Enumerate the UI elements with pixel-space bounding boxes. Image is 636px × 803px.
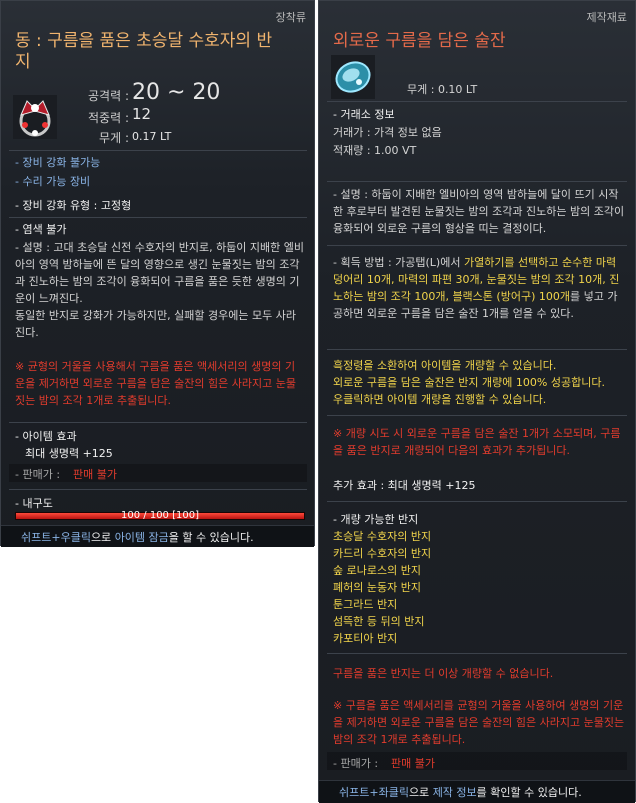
item-description-2: 동일한 반지로 강화가 가능하지만, 실패할 경우에는 모두 사라진다. xyxy=(15,309,296,339)
ring-list-item: 섬뜩한 등 뒤의 반지 xyxy=(333,615,425,628)
attack-label: 공격력 : xyxy=(88,89,129,103)
item-category: 장착류 xyxy=(275,11,306,24)
no-upgrade-notice: 구름을 품은 반지는 더 이상 개량할 수 없습니다. xyxy=(333,667,554,680)
hint-lock-link[interactable]: 아이템 잠금 xyxy=(115,531,169,544)
item-description: - 설명 : 하둡이 지배한 엘비아의 영역 밤하늘에 달이 뜨기 시작한 후로… xyxy=(333,188,625,235)
accuracy-label: 적중력 : xyxy=(88,111,129,125)
weight-label: 무게 : xyxy=(99,131,129,145)
obtain-prefix: - 획득 방법 : 가공탭(L)에서 xyxy=(333,256,464,269)
warning-text: ※ 균형의 거울을 사용해서 구름을 품은 액세서리의 생명의 기운을 제거하면… xyxy=(15,360,296,407)
item-title: 외로운 구름을 담은 술잔 xyxy=(333,31,506,51)
item-description: - 설명 : 고대 초승달 신전 수호자의 반지로, 하둡이 지배한 엘비아의 … xyxy=(15,241,305,305)
hint-key: 쉬프트+좌클릭 xyxy=(339,786,409,799)
enhance-type: - 장비 강화 유형 : 고정형 xyxy=(15,199,132,212)
hint-tail: 를 확인할 수 있습니다. xyxy=(476,786,582,799)
market-header: - 거래소 정보 xyxy=(333,108,395,121)
weight-value: 0.17 LT xyxy=(132,130,172,143)
hint-craft-info-link[interactable]: 제작 정보 xyxy=(433,786,477,799)
ring-list-item: 카드리 수호자의 반지 xyxy=(333,547,432,560)
obtain-method: - 획득 방법 : 가공탭(L)에서 가열하기를 선택하고 순수한 마력 덩어리… xyxy=(333,254,625,322)
hint-text: 쉬프트+우클릭으로 아이템 잠금을 할 수 있습니다. xyxy=(21,529,254,545)
durability-label: - 내구도 xyxy=(15,497,53,510)
durability-bar: 100 / 100 [100] xyxy=(15,510,305,521)
upgrade-warning: ※ 개량 시도 시 외로운 구름을 담은 술잔 1개가 소모되며, 구름을 품은… xyxy=(333,427,621,457)
item-category: 제작재료 xyxy=(586,11,627,24)
hint-bar: 쉬프트+좌클릭으로 제작 정보를 확인할 수 있습니다. xyxy=(319,780,635,803)
ring-list-item: 폐허의 눈동자 반지 xyxy=(333,581,421,594)
repair-flag: - 수리 가능 장비 xyxy=(15,175,91,188)
hint-key: 쉬프트+우클릭 xyxy=(21,531,91,544)
sale-value: 판매 불가 xyxy=(73,468,117,481)
use-line-1: 흑정령을 소환하여 아이템을 개량할 수 있습니다. xyxy=(333,359,557,372)
item-tooltip-material: 제작재료 외로운 구름을 담은 술잔 무게 : 0.10 LT - 거래소 정보… xyxy=(318,0,636,803)
item-tooltip-ring: 장착류 동 : 구름을 품은 초승달 수호자의 반지 공격력 : 20 ~ 20… xyxy=(0,0,315,547)
market-price: 거래가 : 가격 정보 없음 xyxy=(333,126,442,139)
ring-icon xyxy=(13,95,57,139)
ring-list-item: 카포티아 반지 xyxy=(333,632,398,645)
enhance-flag: - 장비 강화 불가능 xyxy=(15,156,101,169)
ring-list-item: 초승달 수호자의 반지 xyxy=(333,530,432,543)
sale-label: - 판매가 : xyxy=(15,468,61,481)
sale-value: 판매 불가 xyxy=(391,757,435,770)
hint-mid: 으로 xyxy=(408,786,433,799)
use-line-2: 외로운 구름을 담은 술잔은 반지 개량에 100% 성공합니다. xyxy=(333,376,605,389)
effect-header: - 아이템 효과 xyxy=(15,430,77,443)
upgradable-header: - 개량 가능한 반지 xyxy=(333,513,419,526)
extract-warning: ※ 구름을 품은 액세서리를 균형의 거울을 사용하여 생명의 기운을 제거하면… xyxy=(333,699,625,746)
hint-bar: 쉬프트+우클릭으로 아이템 잠금을 할 수 있습니다. xyxy=(1,525,314,547)
use-line-3: 우클릭하면 아이템 개량을 진행할 수 있습니다. xyxy=(333,393,547,406)
ring-list-item: 숲 로나로스의 반지 xyxy=(333,564,421,577)
sale-label: - 판매가 : xyxy=(333,757,379,770)
ring-list-item: 툰그라드 반지 xyxy=(333,598,398,611)
extra-effect: 추가 효과 : 최대 생명력 +125 xyxy=(333,479,476,492)
hint-tail: 을 할 수 있습니다. xyxy=(168,531,254,544)
durability-text: 100 / 100 [100] xyxy=(121,510,199,521)
market-volume: 적재량 : 1.00 VT xyxy=(333,144,417,157)
attack-value: 20 ~ 20 xyxy=(132,80,221,105)
item-title: 동 : 구름을 품은 초승달 수호자의 반지 xyxy=(15,31,273,72)
hint-text: 쉬프트+좌클릭으로 제작 정보를 확인할 수 있습니다. xyxy=(339,784,582,800)
hint-mid: 으로 xyxy=(90,531,115,544)
dye-info: - 염색 불가 xyxy=(15,223,67,236)
chalice-icon xyxy=(331,55,375,99)
effect-value: 최대 생명력 +125 xyxy=(25,447,113,460)
accuracy-value: 12 xyxy=(132,105,152,123)
weight-info: 무게 : 0.10 LT xyxy=(407,83,478,96)
